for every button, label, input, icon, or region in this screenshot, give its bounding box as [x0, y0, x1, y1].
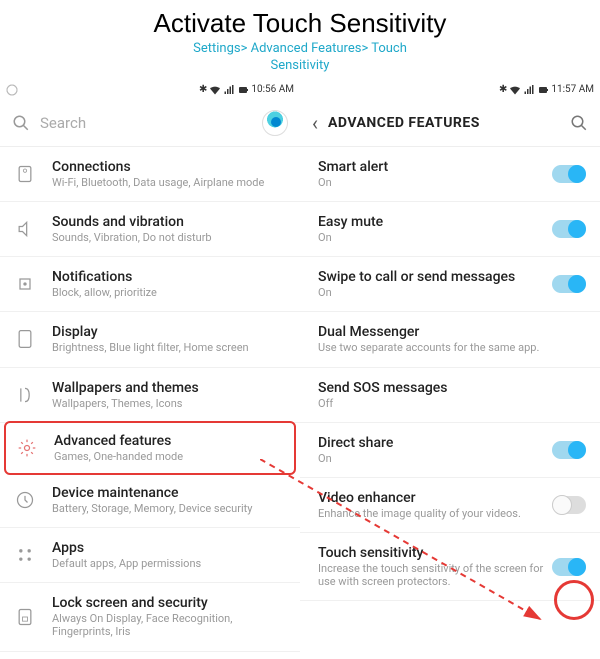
item-label: Device maintenance: [52, 485, 286, 501]
item-label: Display: [52, 324, 286, 340]
item-label: Lock screen and security: [52, 595, 286, 611]
search-icon[interactable]: [570, 114, 588, 132]
search-placeholder: Search: [40, 114, 262, 132]
item-sub: Use two separate accounts for the same a…: [318, 341, 586, 354]
bluetooth-icon: ✱: [199, 84, 207, 95]
item-sub: On: [318, 231, 544, 244]
sound-icon: [14, 218, 36, 240]
reddit-icon: [6, 84, 18, 96]
wallpaper-icon: [14, 384, 36, 406]
item-sub: Games, One-handed mode: [54, 450, 284, 463]
advanced-icon: [16, 437, 38, 459]
phone-left: ✱ 10:56 AM Search ConnectionsWi-Fi, Blue…: [0, 79, 300, 652]
settings-item-wallpaper[interactable]: Wallpapers and themesWallpapers, Themes,…: [0, 368, 300, 423]
toggle-switch[interactable]: [552, 496, 586, 514]
settings-item-notifications[interactable]: NotificationsBlock, allow, prioritize: [0, 257, 300, 312]
battery-icon: [537, 84, 549, 96]
item-label: Direct share: [318, 435, 544, 451]
item-label: Wallpapers and themes: [52, 380, 286, 396]
wifi-icon: [209, 84, 221, 96]
item-sub: On: [318, 452, 544, 465]
feature-item[interactable]: Direct shareOn: [300, 423, 600, 478]
feature-item[interactable]: Send SOS messagesOff: [300, 368, 600, 423]
page-header: Activate Touch Sensitivity Settings> Adv…: [0, 0, 600, 79]
item-sub: Wallpapers, Themes, Icons: [52, 397, 286, 410]
status-bar: ✱ 10:56 AM: [0, 79, 300, 101]
notifications-icon: [14, 273, 36, 295]
item-label: Advanced features: [54, 433, 284, 449]
item-sub: Wi-Fi, Bluetooth, Data usage, Airplane m…: [52, 176, 286, 189]
advanced-header: ‹ ADVANCED FEATURES: [300, 101, 600, 147]
item-label: Touch sensitivity: [318, 545, 544, 561]
item-sub: Off: [318, 397, 586, 410]
item-label: Send SOS messages: [318, 380, 586, 396]
settings-list: ConnectionsWi-Fi, Bluetooth, Data usage,…: [0, 147, 300, 652]
toggle-switch[interactable]: [552, 441, 586, 459]
item-sub: Increase the touch sensitivity of the sc…: [318, 562, 544, 588]
item-label: Sounds and vibration: [52, 214, 286, 230]
breadcrumb: Settings> Advanced Features> Touch Sensi…: [0, 41, 600, 75]
item-sub: Brightness, Blue light filter, Home scre…: [52, 341, 286, 354]
item-sub: Always On Display, Face Recognition, Fin…: [52, 612, 286, 638]
avatar[interactable]: [262, 110, 288, 136]
item-sub: On: [318, 286, 544, 299]
phones-container: ✱ 10:56 AM Search ConnectionsWi-Fi, Blue…: [0, 79, 600, 652]
lockscreen-icon: [14, 606, 36, 628]
feature-item[interactable]: Video enhancerEnhance the image quality …: [300, 478, 600, 533]
item-label: Smart alert: [318, 159, 544, 175]
features-list: Smart alertOnEasy muteOnSwipe to call or…: [300, 147, 600, 602]
device-icon: [14, 489, 36, 511]
battery-icon: [237, 84, 249, 96]
page-title: Activate Touch Sensitivity: [0, 8, 600, 39]
item-sub: Default apps, App permissions: [52, 557, 286, 570]
item-label: Easy mute: [318, 214, 544, 230]
phone-right: ✱ 11:57 AM ‹ ADVANCED FEATURES Smart ale…: [300, 79, 600, 652]
back-icon[interactable]: ‹: [312, 111, 318, 135]
toggle-switch[interactable]: [552, 165, 586, 183]
item-label: Dual Messenger: [318, 324, 586, 340]
settings-item-sound[interactable]: Sounds and vibrationSounds, Vibration, D…: [0, 202, 300, 257]
feature-item[interactable]: Easy muteOn: [300, 202, 600, 257]
feature-item[interactable]: Dual MessengerUse two separate accounts …: [300, 312, 600, 367]
item-sub: Battery, Storage, Memory, Device securit…: [52, 502, 286, 515]
apps-icon: [14, 544, 36, 566]
settings-item-connections[interactable]: ConnectionsWi-Fi, Bluetooth, Data usage,…: [0, 147, 300, 202]
item-label: Notifications: [52, 269, 286, 285]
toggle-switch[interactable]: [552, 220, 586, 238]
settings-item-lockscreen[interactable]: Lock screen and securityAlways On Displa…: [0, 583, 300, 651]
feature-item[interactable]: Smart alertOn: [300, 147, 600, 202]
search-icon: [12, 114, 30, 132]
item-sub: Block, allow, prioritize: [52, 286, 286, 299]
item-label: Swipe to call or send messages: [318, 269, 544, 285]
signal-icon: [223, 84, 235, 96]
settings-item-advanced[interactable]: Advanced featuresGames, One-handed mode: [4, 421, 296, 475]
status-time: 11:57 AM: [551, 84, 594, 95]
toggle-switch[interactable]: [552, 275, 586, 293]
item-label: Connections: [52, 159, 286, 175]
item-sub: Sounds, Vibration, Do not disturb: [52, 231, 286, 244]
settings-item-display[interactable]: DisplayBrightness, Blue light filter, Ho…: [0, 312, 300, 367]
feature-item[interactable]: Swipe to call or send messagesOn: [300, 257, 600, 312]
item-label: Apps: [52, 540, 286, 556]
item-sub: On: [318, 176, 544, 189]
connections-icon: [14, 163, 36, 185]
search-bar[interactable]: Search: [0, 101, 300, 147]
item-label: Video enhancer: [318, 490, 544, 506]
status-time: 10:56 AM: [251, 84, 294, 95]
signal-icon: [523, 84, 535, 96]
display-icon: [14, 328, 36, 350]
wifi-icon: [509, 84, 521, 96]
bluetooth-icon: ✱: [499, 84, 507, 95]
status-bar: ✱ 11:57 AM: [300, 79, 600, 101]
header-title: ADVANCED FEATURES: [328, 115, 570, 131]
settings-item-apps[interactable]: AppsDefault apps, App permissions: [0, 528, 300, 583]
toggle-switch[interactable]: [552, 558, 586, 576]
settings-item-device[interactable]: Device maintenanceBattery, Storage, Memo…: [0, 473, 300, 528]
item-sub: Enhance the image quality of your videos…: [318, 507, 544, 520]
